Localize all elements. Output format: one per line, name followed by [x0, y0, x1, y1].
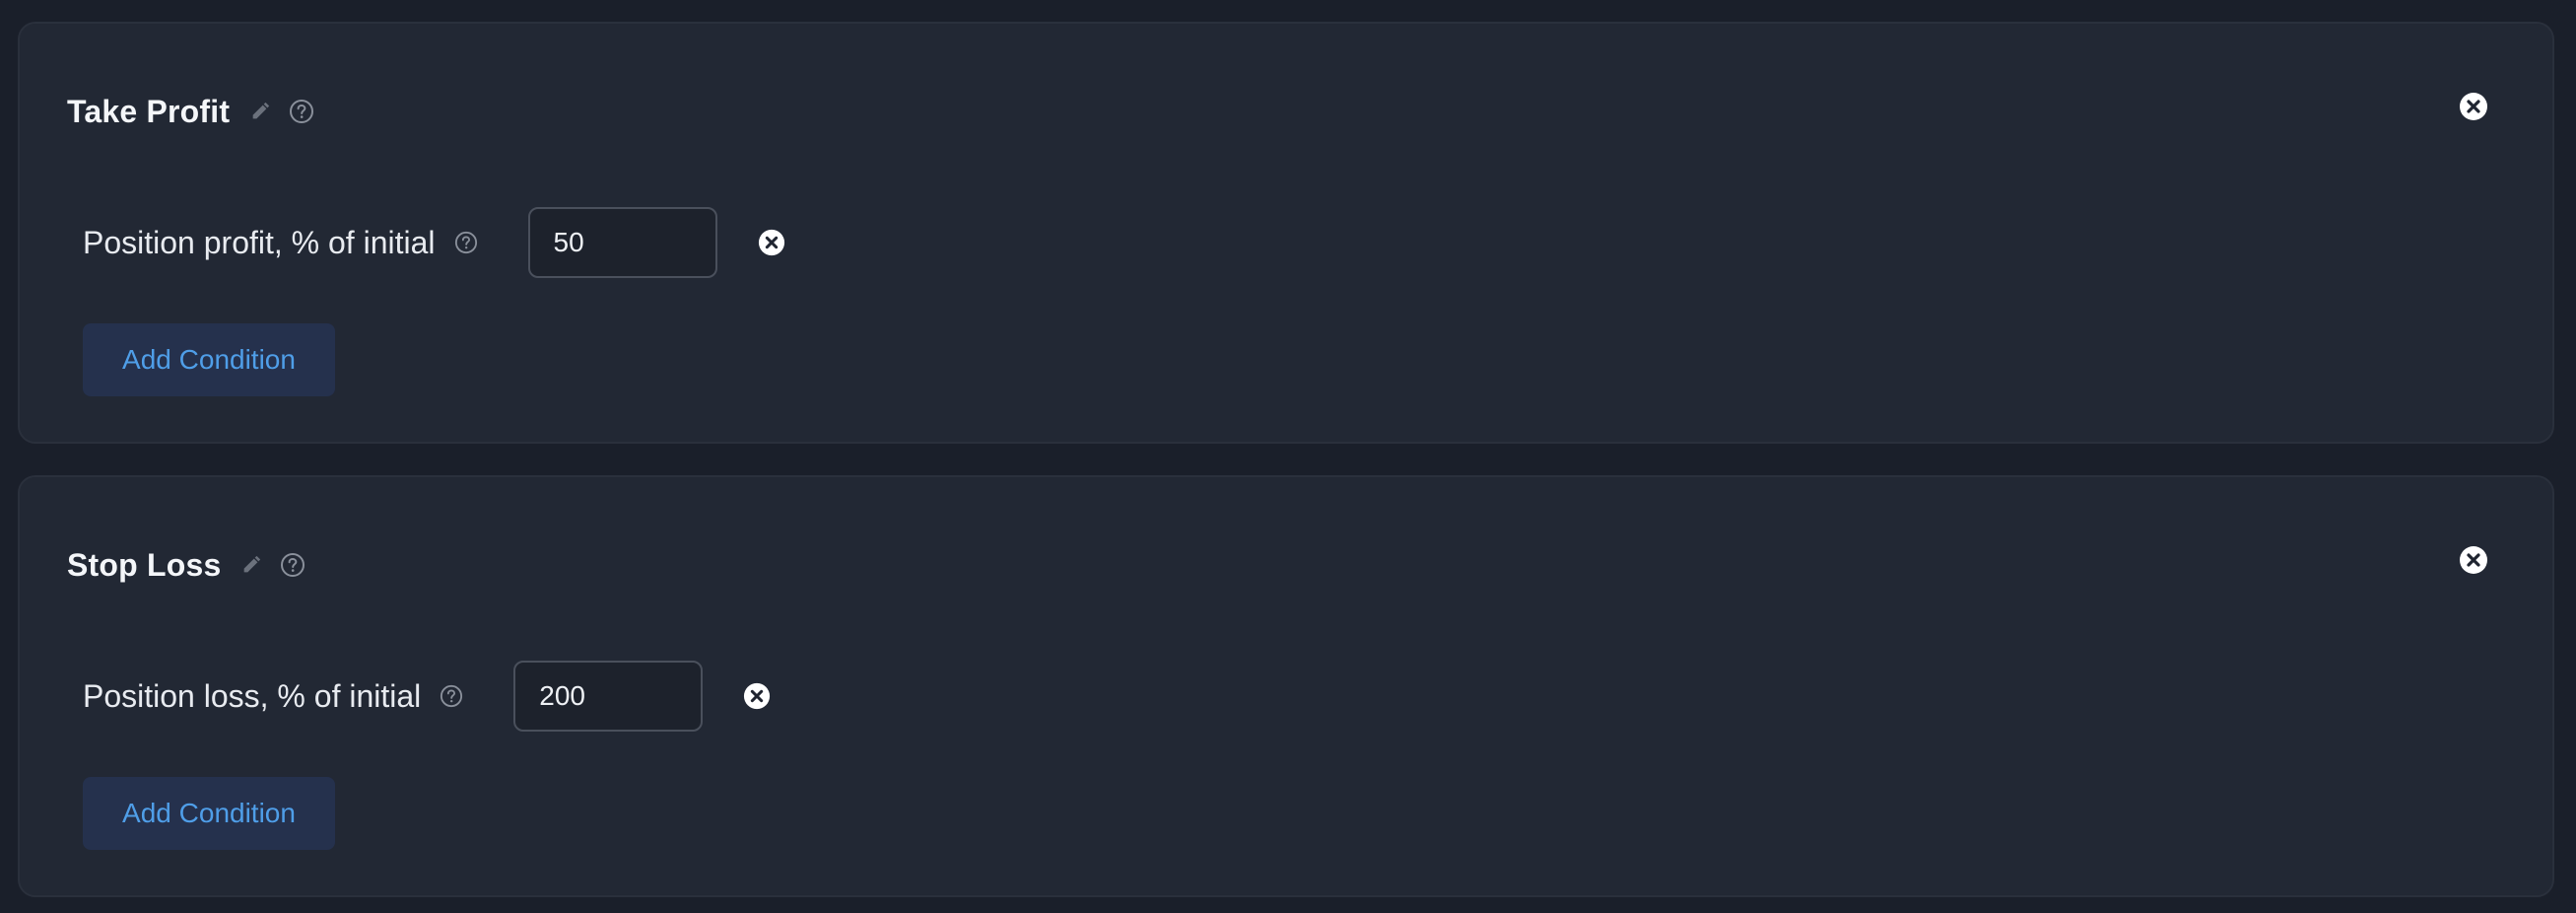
stop-loss-close-button[interactable] — [2458, 544, 2489, 576]
take-profit-panel: Take Profit Position profit, % of initia… — [18, 22, 2554, 444]
position-loss-label: Position loss, % of initial — [83, 677, 422, 714]
position-loss-input[interactable] — [513, 661, 704, 732]
close-circle-icon — [2460, 93, 2487, 120]
add-condition-button[interactable]: Add Condition — [83, 777, 335, 850]
take-profit-close-button[interactable] — [2458, 91, 2489, 122]
take-profit-condition-row: Position profit, % of initial — [83, 205, 786, 280]
pencil-icon[interactable] — [238, 552, 264, 578]
help-circle-icon[interactable] — [439, 683, 464, 709]
take-profit-header: Take Profit — [67, 85, 316, 138]
pencil-icon[interactable] — [247, 99, 273, 124]
orders-canvas: Take Profit Position profit, % of initia… — [0, 0, 2576, 913]
close-circle-icon — [2460, 546, 2487, 574]
position-profit-label: Position profit, % of initial — [83, 224, 436, 260]
add-condition-button[interactable]: Add Condition — [83, 323, 335, 396]
remove-condition-button[interactable] — [757, 228, 786, 257]
help-circle-icon[interactable] — [287, 97, 316, 126]
stop-loss-title: Stop Loss — [67, 546, 222, 583]
take-profit-title: Take Profit — [67, 93, 231, 129]
position-profit-input[interactable] — [527, 207, 717, 278]
help-circle-icon[interactable] — [278, 550, 307, 580]
stop-loss-panel: Stop Loss Position loss, % of initial 20… — [18, 475, 2554, 897]
help-circle-icon[interactable] — [453, 230, 479, 255]
close-circle-icon — [744, 682, 771, 710]
remove-condition-button[interactable] — [742, 681, 772, 711]
close-circle-icon — [758, 229, 784, 256]
stop-loss-condition-row: Position loss, % of initial — [83, 659, 772, 734]
stop-loss-header: Stop Loss — [67, 538, 307, 592]
